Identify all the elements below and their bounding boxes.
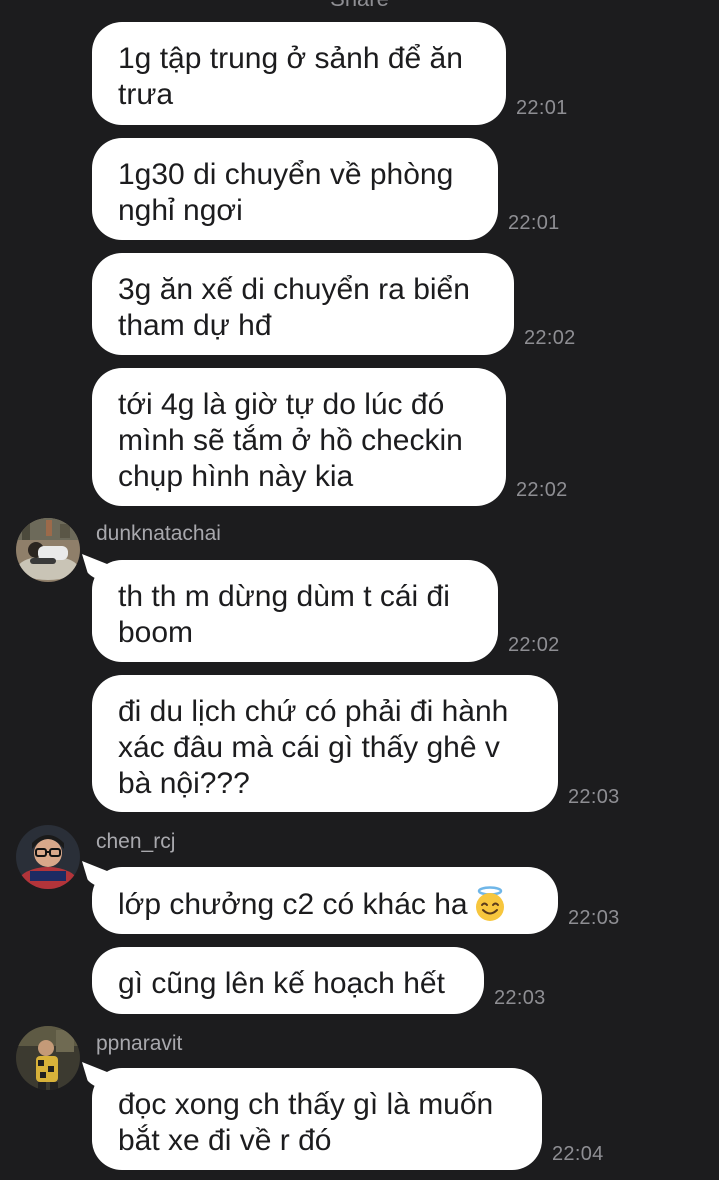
- message-text: th th m dừng dùm t cái đi boom: [118, 580, 450, 649]
- message-text: 3g ăn xế di chuyển ra biển tham dự hđ: [118, 273, 470, 342]
- chat-background: Share 1g tập trung ở sảnh để ăn trưa 22:…: [0, 0, 719, 1180]
- smiling-face-with-halo-icon: [475, 886, 504, 921]
- message-bubble[interactable]: lớp chưởng c2 có khác ha: [92, 867, 558, 934]
- message-text: 1g30 di chuyển về phòng nghỉ ngơi: [118, 158, 454, 227]
- message-timestamp: 22:03: [568, 786, 620, 808]
- message-timestamp: 22:02: [524, 327, 576, 349]
- message-bubble[interactable]: đọc xong ch thấy gì là muốn bắt xe đi về…: [92, 1068, 542, 1170]
- message-text: đọc xong ch thấy gì là muốn bắt xe đi về…: [118, 1088, 494, 1157]
- message-timestamp: 22:04: [552, 1143, 604, 1165]
- message-bubble[interactable]: 3g ăn xế di chuyển ra biển tham dự hđ: [92, 253, 514, 355]
- message-bubble[interactable]: tới 4g là giờ tự do lúc đó mình sẽ tắm ở…: [92, 368, 506, 506]
- sender-username: dunknatachai: [96, 522, 221, 545]
- sender-username: ppnaravit: [96, 1032, 183, 1055]
- avatar-ppnaravit[interactable]: [16, 1026, 80, 1090]
- message-timestamp: 22:01: [516, 97, 568, 119]
- message-bubble[interactable]: 1g tập trung ở sảnh để ăn trưa: [92, 22, 506, 125]
- message-timestamp: 22:02: [508, 634, 560, 656]
- message-timestamp: 22:02: [516, 479, 568, 501]
- avatar-dunknatachai[interactable]: [16, 518, 80, 582]
- avatar-chen-rcj[interactable]: [16, 825, 80, 889]
- message-bubble[interactable]: gì cũng lên kế hoạch hết: [92, 947, 484, 1014]
- message-timestamp: 22:03: [494, 987, 546, 1009]
- message-text: 1g tập trung ở sảnh để ăn trưa: [118, 42, 463, 111]
- sender-username: chen_rcj: [96, 830, 176, 853]
- message-bubble[interactable]: 1g30 di chuyển về phòng nghỉ ngơi: [92, 138, 498, 240]
- message-text: lớp chưởng c2 có khác ha: [118, 886, 508, 921]
- partial-header-text: Share: [0, 0, 719, 12]
- message-bubble[interactable]: đi du lịch chứ có phải đi hành xác đâu m…: [92, 675, 558, 812]
- message-text: gì cũng lên kế hoạch hết: [118, 967, 445, 1000]
- message-bubble[interactable]: th th m dừng dùm t cái đi boom: [92, 560, 498, 662]
- message-text: đi du lịch chứ có phải đi hành xác đâu m…: [118, 695, 509, 800]
- message-timestamp: 22:01: [508, 212, 560, 234]
- message-timestamp: 22:03: [568, 907, 620, 929]
- message-text: tới 4g là giờ tự do lúc đó mình sẽ tắm ở…: [118, 388, 463, 493]
